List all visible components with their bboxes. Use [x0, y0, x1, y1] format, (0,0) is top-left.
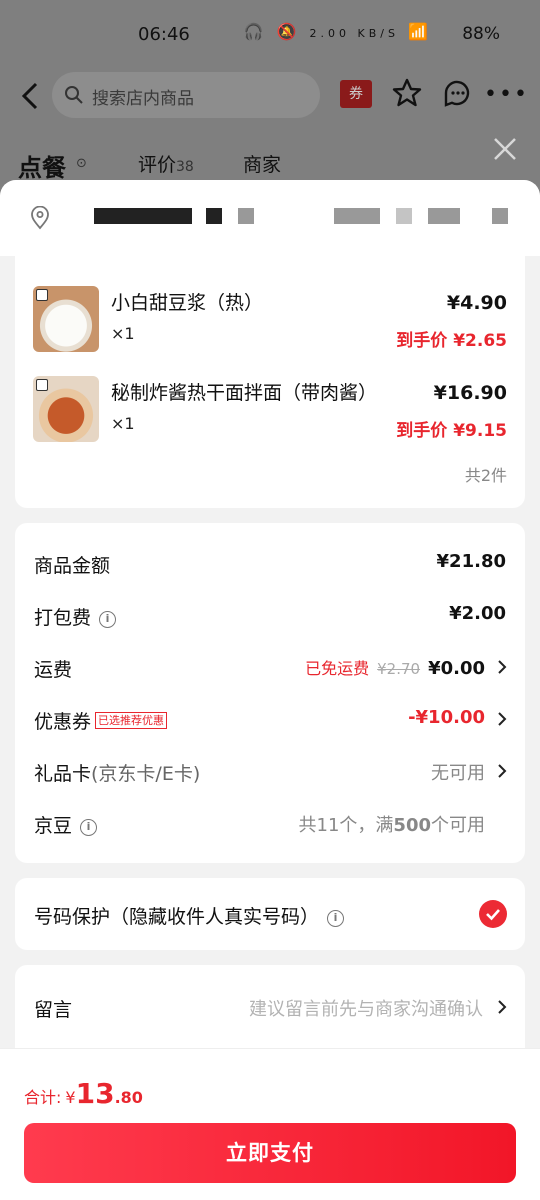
fees-card: 商品金额 ¥21.80 打包费 i ¥2.00 运费 已免运费 ¥2.70 ¥0.00… [15, 523, 525, 863]
tab-review[interactable]: 评价38 [138, 150, 194, 177]
jingdou-label: 京豆 i [34, 811, 98, 838]
tab-review-count: 38 [176, 159, 194, 175]
customer-service-icon[interactable] [442, 78, 472, 108]
back-arrow-icon[interactable] [18, 78, 42, 114]
packing-fee-row: 打包费 i ¥2.00 [15, 595, 525, 635]
gift-card-sub: (京东卡/E卡) [91, 763, 201, 785]
packing-fee-text: 打包费 [34, 607, 92, 629]
jingdou-value-suffix: 个可用 [431, 815, 485, 836]
product-image[interactable] [33, 376, 99, 442]
goods-total-count: 共2件 [464, 466, 507, 485]
free-delivery-text: 已免运费 [305, 659, 370, 678]
search-input[interactable]: 搜索店内商品 [52, 72, 320, 118]
search-icon [65, 86, 83, 104]
address-redacted [206, 208, 222, 224]
product-price: ¥16.90 [433, 382, 507, 404]
search-placeholder: 搜索店内商品 [92, 89, 194, 109]
product-quantity: ×1 [111, 414, 135, 433]
recommended-coupon-tag: 已选推荐优惠 [95, 712, 168, 729]
chevron-right-icon [498, 1000, 507, 1014]
coupon-label: 优惠券 已选推荐优惠 [34, 707, 168, 734]
jingdou-text: 京豆 [34, 815, 73, 837]
chevron-right-icon [498, 712, 507, 726]
product-final-price: 到手价 ¥2.65 [396, 331, 507, 351]
chevron-right-icon [498, 764, 507, 778]
goods-amount-label: 商品金额 [34, 555, 111, 577]
delivery-fee-row[interactable]: 运费 已免运费 ¥2.70 ¥0.00 [15, 647, 525, 687]
original-delivery-fee: ¥2.70 [377, 660, 421, 678]
jingdou-value: 共11个，满500个可用 [299, 811, 485, 837]
total-currency: ¥ [65, 1088, 76, 1107]
jingdou-row: 京豆 i 共11个，满500个可用 [15, 803, 525, 843]
brand-logo [36, 289, 48, 301]
location-pin-icon [31, 206, 49, 230]
store-tabs: 点餐 ⊙ 评价38 商家 [0, 126, 540, 186]
coupon-row[interactable]: 优惠券 已选推荐优惠 -¥10.00 [15, 699, 525, 739]
delivery-fee-value: 已免运费 ¥2.70 ¥0.00 [305, 655, 485, 679]
status-bar: 06:46 🎧 🔕 2.00 KB/S 📶 88% [0, 0, 540, 66]
tab-shop[interactable]: 商家 [243, 150, 281, 177]
status-icons: 🎧 🔕 2.00 KB/S 📶 [243, 22, 432, 41]
product-image[interactable] [33, 286, 99, 352]
total-label: 合计: [24, 1088, 62, 1107]
product-final-price: 到手价 ¥9.15 [396, 421, 507, 441]
pay-now-button[interactable]: 立即支付 [24, 1123, 516, 1183]
more-options-icon[interactable]: ••• [484, 82, 529, 107]
contact-redacted [428, 208, 460, 224]
gift-card-value: 无可用 [431, 763, 485, 784]
coupon-text: 优惠券 [34, 711, 92, 733]
tab-review-label: 评价 [138, 154, 177, 176]
note-label: 留言 [34, 999, 73, 1021]
contact-redacted [334, 208, 380, 224]
checkout-sheet: 小白甜豆浆（热） ×1 ¥4.90 到手价 ¥2.65 秘制炸酱热干面拌面（带肉… [0, 180, 540, 1200]
top-bar: 搜索店内商品 券 ••• [0, 66, 540, 126]
gift-card-label: 礼品卡(京东卡/E卡) [34, 759, 200, 786]
goods-card: 小白甜豆浆（热） ×1 ¥4.90 到手价 ¥2.65 秘制炸酱热干面拌面（带肉… [15, 256, 525, 508]
network-speed: 2.00 KB/S [309, 27, 399, 40]
product-quantity: ×1 [111, 324, 135, 343]
number-protection-card: 号码保护（隐藏收件人真实号码） i [15, 878, 525, 950]
close-icon[interactable] [490, 134, 520, 164]
favorite-star-icon[interactable] [392, 78, 422, 108]
brand-logo [36, 379, 48, 391]
coupon-icon[interactable]: 券 [340, 80, 372, 108]
packing-fee-value: ¥2.00 [449, 603, 506, 624]
product-price: ¥4.90 [446, 292, 507, 314]
jingdou-value-prefix: 共11个，满 [298, 815, 394, 836]
contact-redacted [396, 208, 412, 224]
checkout-footer: 合计: ¥13.80 立即支付 [0, 1048, 540, 1200]
coupon-value: -¥10.00 [408, 707, 485, 728]
address-redacted [238, 208, 254, 224]
delivery-fee-amount: ¥0.00 [428, 658, 485, 679]
note-placeholder: 建议留言前先与商家沟通确认 [249, 999, 483, 1020]
goods-amount-row: 商品金额 ¥21.80 [15, 543, 525, 583]
total-integer: 13 [75, 1077, 115, 1110]
product-name: 小白甜豆浆（热） [111, 292, 264, 314]
goods-amount-value: ¥21.80 [436, 551, 506, 572]
info-icon[interactable]: i [80, 819, 98, 836]
checkmark-icon [486, 909, 500, 921]
contact-redacted [492, 208, 508, 224]
product-name: 秘制炸酱热干面拌面（带肉酱） [111, 382, 378, 404]
tab-order[interactable]: 点餐 [18, 148, 66, 183]
address-bar[interactable] [0, 180, 540, 256]
number-protection-text: 号码保护（隐藏收件人真实号码） [34, 906, 320, 928]
jingdou-value-bold: 500 [393, 815, 431, 836]
delivery-fee-label: 运费 [34, 659, 73, 681]
chevron-right-icon [498, 660, 507, 674]
status-time: 06:46 [138, 24, 190, 45]
number-protection-checkbox[interactable] [479, 900, 507, 928]
number-protection-label: 号码保护（隐藏收件人真实号码） i [34, 902, 345, 929]
total-decimal: .80 [114, 1088, 143, 1107]
tab-order-badge: ⊙ [76, 156, 87, 171]
gift-card-text: 礼品卡 [34, 763, 92, 785]
total-amount: 合计: ¥13.80 [24, 1077, 143, 1110]
packing-fee-label: 打包费 i [34, 603, 117, 630]
address-redacted [94, 208, 192, 224]
info-icon[interactable]: i [327, 910, 345, 927]
info-icon[interactable]: i [99, 611, 117, 628]
gift-card-row[interactable]: 礼品卡(京东卡/E卡) 无可用 [15, 751, 525, 791]
battery-level: 88% [462, 24, 500, 44]
